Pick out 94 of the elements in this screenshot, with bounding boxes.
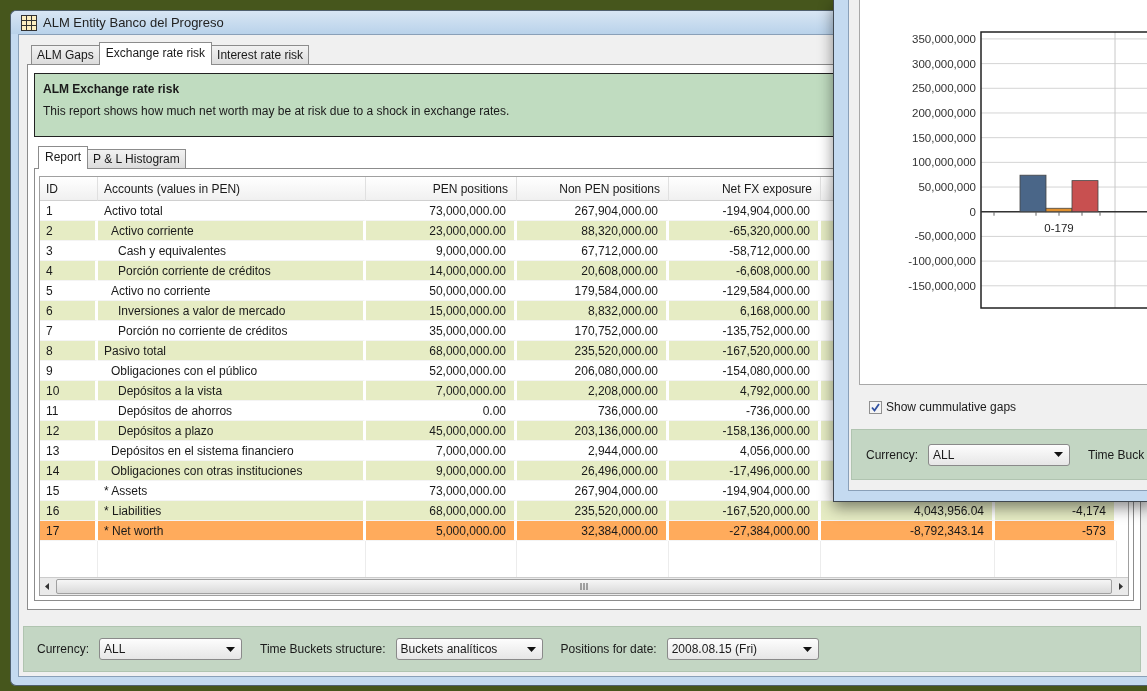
axis-tick-label: 100,000,000	[912, 156, 976, 169]
table-cell: Depósitos a plazo	[98, 421, 366, 441]
table-cell: 4,792,000.00	[669, 381, 821, 401]
table-cell: 4,043,956.04	[821, 501, 995, 521]
table-cell: 8	[40, 341, 98, 361]
table-cell: 23,000,000.00	[366, 221, 517, 241]
table-cell: 4	[40, 261, 98, 281]
tab[interactable]: ALM Gaps	[31, 45, 100, 65]
table-icon	[21, 14, 37, 31]
table-cell: 2,208,000.00	[517, 381, 669, 401]
table-cell: 2	[40, 221, 98, 241]
filter-label: Time Buck	[1088, 447, 1145, 462]
column-header[interactable]: Accounts (values in PEN)	[98, 177, 366, 201]
table-cell: 68,000,000.00	[366, 341, 517, 361]
category-label: 0-179	[1044, 221, 1074, 234]
report-description: This report shows how much net worth may be at risk due to a shock in exchange rates.	[43, 104, 510, 118]
table-cell: -158,136,000.00	[669, 421, 821, 441]
table-cell: * Net worth	[98, 521, 366, 541]
table-cell: * Liabilities	[98, 501, 366, 521]
caret-icon	[802, 646, 812, 652]
table-cell: 235,520,000.00	[517, 501, 669, 521]
tab[interactable]: P & L Histogram	[87, 149, 186, 169]
table-cell: 17	[40, 521, 98, 541]
table-cell: 12	[40, 421, 98, 441]
axis-tick-label: -50,000,000	[914, 230, 976, 243]
table-cell: 6	[40, 301, 98, 321]
column-header[interactable]: Net FX exposure	[669, 177, 821, 201]
table-cell: Obligaciones con otras instituciones	[98, 461, 366, 481]
axis-tick-label: -100,000,000	[908, 255, 976, 268]
table-cell: -167,520,000.00	[669, 341, 821, 361]
table-row[interactable]: 17 * Net worth 5,000,000.00 32,384,000.00 -27,384,000.00 -8,792,343.14 -573	[40, 521, 1128, 541]
caret-icon	[1054, 452, 1063, 458]
table-cell: 88,320,000.00	[517, 221, 669, 241]
table-cell: -17,496,000.00	[669, 461, 821, 481]
table-cell: Inversiones a valor de mercado	[98, 301, 366, 321]
table-cell: -573	[995, 521, 1117, 541]
table-cell: 32,384,000.00	[517, 521, 669, 541]
table-cell: 14	[40, 461, 98, 481]
table-cell: Pasivo total	[98, 341, 366, 361]
checkbox[interactable]	[869, 400, 882, 414]
filter-dropdown[interactable]: Buckets analíticos	[395, 638, 543, 660]
table-cell: -27,384,000.00	[669, 521, 821, 541]
checkbox-label: Show cummulative gaps	[886, 400, 1017, 415]
filter-dropdown[interactable]: 2008.08.15 (Fri)	[666, 638, 819, 660]
tab[interactable]: Report	[38, 146, 89, 169]
table-cell: -4,174	[995, 501, 1117, 521]
axis-tick-label: 350,000,000	[912, 32, 976, 45]
window-title: ALM Entity Banco del Progreso	[43, 15, 224, 30]
column-header[interactable]: ID	[40, 177, 98, 201]
table-cell: -167,520,000.00	[669, 501, 821, 521]
table-cell: 20,608,000.00	[517, 261, 669, 281]
table-cell: 45,000,000.00	[366, 421, 517, 441]
horizontal-scrollbar[interactable]	[40, 577, 1128, 595]
table-cell: 16	[40, 501, 98, 521]
table-cell: 8,832,000.00	[517, 301, 669, 321]
table-cell: 9,000,000.00	[366, 461, 517, 481]
table-cell: -65,320,000.00	[669, 221, 821, 241]
filter-dropdown[interactable]: ALL	[928, 443, 1070, 466]
report-title: ALM Exchange rate risk	[43, 82, 180, 96]
tab[interactable]: Interest rate risk	[211, 45, 310, 65]
caret-icon	[226, 646, 235, 652]
table-cell: 203,136,000.00	[517, 421, 669, 441]
table-cell: 5,000,000.00	[366, 521, 517, 541]
axis-tick-label: 200,000,000	[912, 106, 976, 119]
table-cell: 14,000,000.00	[366, 261, 517, 281]
filter-label: Currency:	[866, 447, 918, 462]
axis-tick-label: -150,000,000	[908, 279, 976, 292]
table-cell: Depósitos a la vista	[98, 381, 366, 401]
table-cell: 7,000,000.00	[366, 381, 517, 401]
axis-tick-label: 150,000,000	[912, 131, 976, 144]
axis-tick-label: 0	[969, 205, 976, 218]
table-cell: 26,496,000.00	[517, 461, 669, 481]
filter-label: Currency:	[37, 642, 89, 656]
table-cell: 68,000,000.00	[366, 501, 517, 521]
filter-label: Time Buckets structure:	[260, 642, 386, 656]
axis-tick-label: 250,000,000	[912, 82, 976, 95]
caret-icon	[526, 646, 536, 652]
grip-icon	[580, 583, 588, 590]
filter-label: Positions for date:	[560, 642, 657, 656]
table-cell: -6,608,000.00	[669, 261, 821, 281]
scrollbar-thumb[interactable]	[56, 579, 1112, 594]
table-cell: Activo corriente	[98, 221, 366, 241]
tab[interactable]: Exchange rate risk	[98, 42, 213, 65]
axis-tick-label: 300,000,000	[912, 57, 976, 70]
column-header[interactable]: Non PEN positions	[517, 177, 669, 201]
table-cell: 15,000,000.00	[366, 301, 517, 321]
table-cell: -8,792,343.14	[821, 521, 995, 541]
column-header[interactable]: PEN positions	[366, 177, 517, 201]
table-cell: 235,520,000.00	[517, 341, 669, 361]
table-cell: Porción corriente de créditos	[98, 261, 366, 281]
axis-tick-label: 50,000,000	[918, 181, 976, 194]
filter-dropdown[interactable]: ALL	[99, 638, 242, 660]
table-cell: 6,168,000.00	[669, 301, 821, 321]
table-cell: 10	[40, 381, 98, 401]
